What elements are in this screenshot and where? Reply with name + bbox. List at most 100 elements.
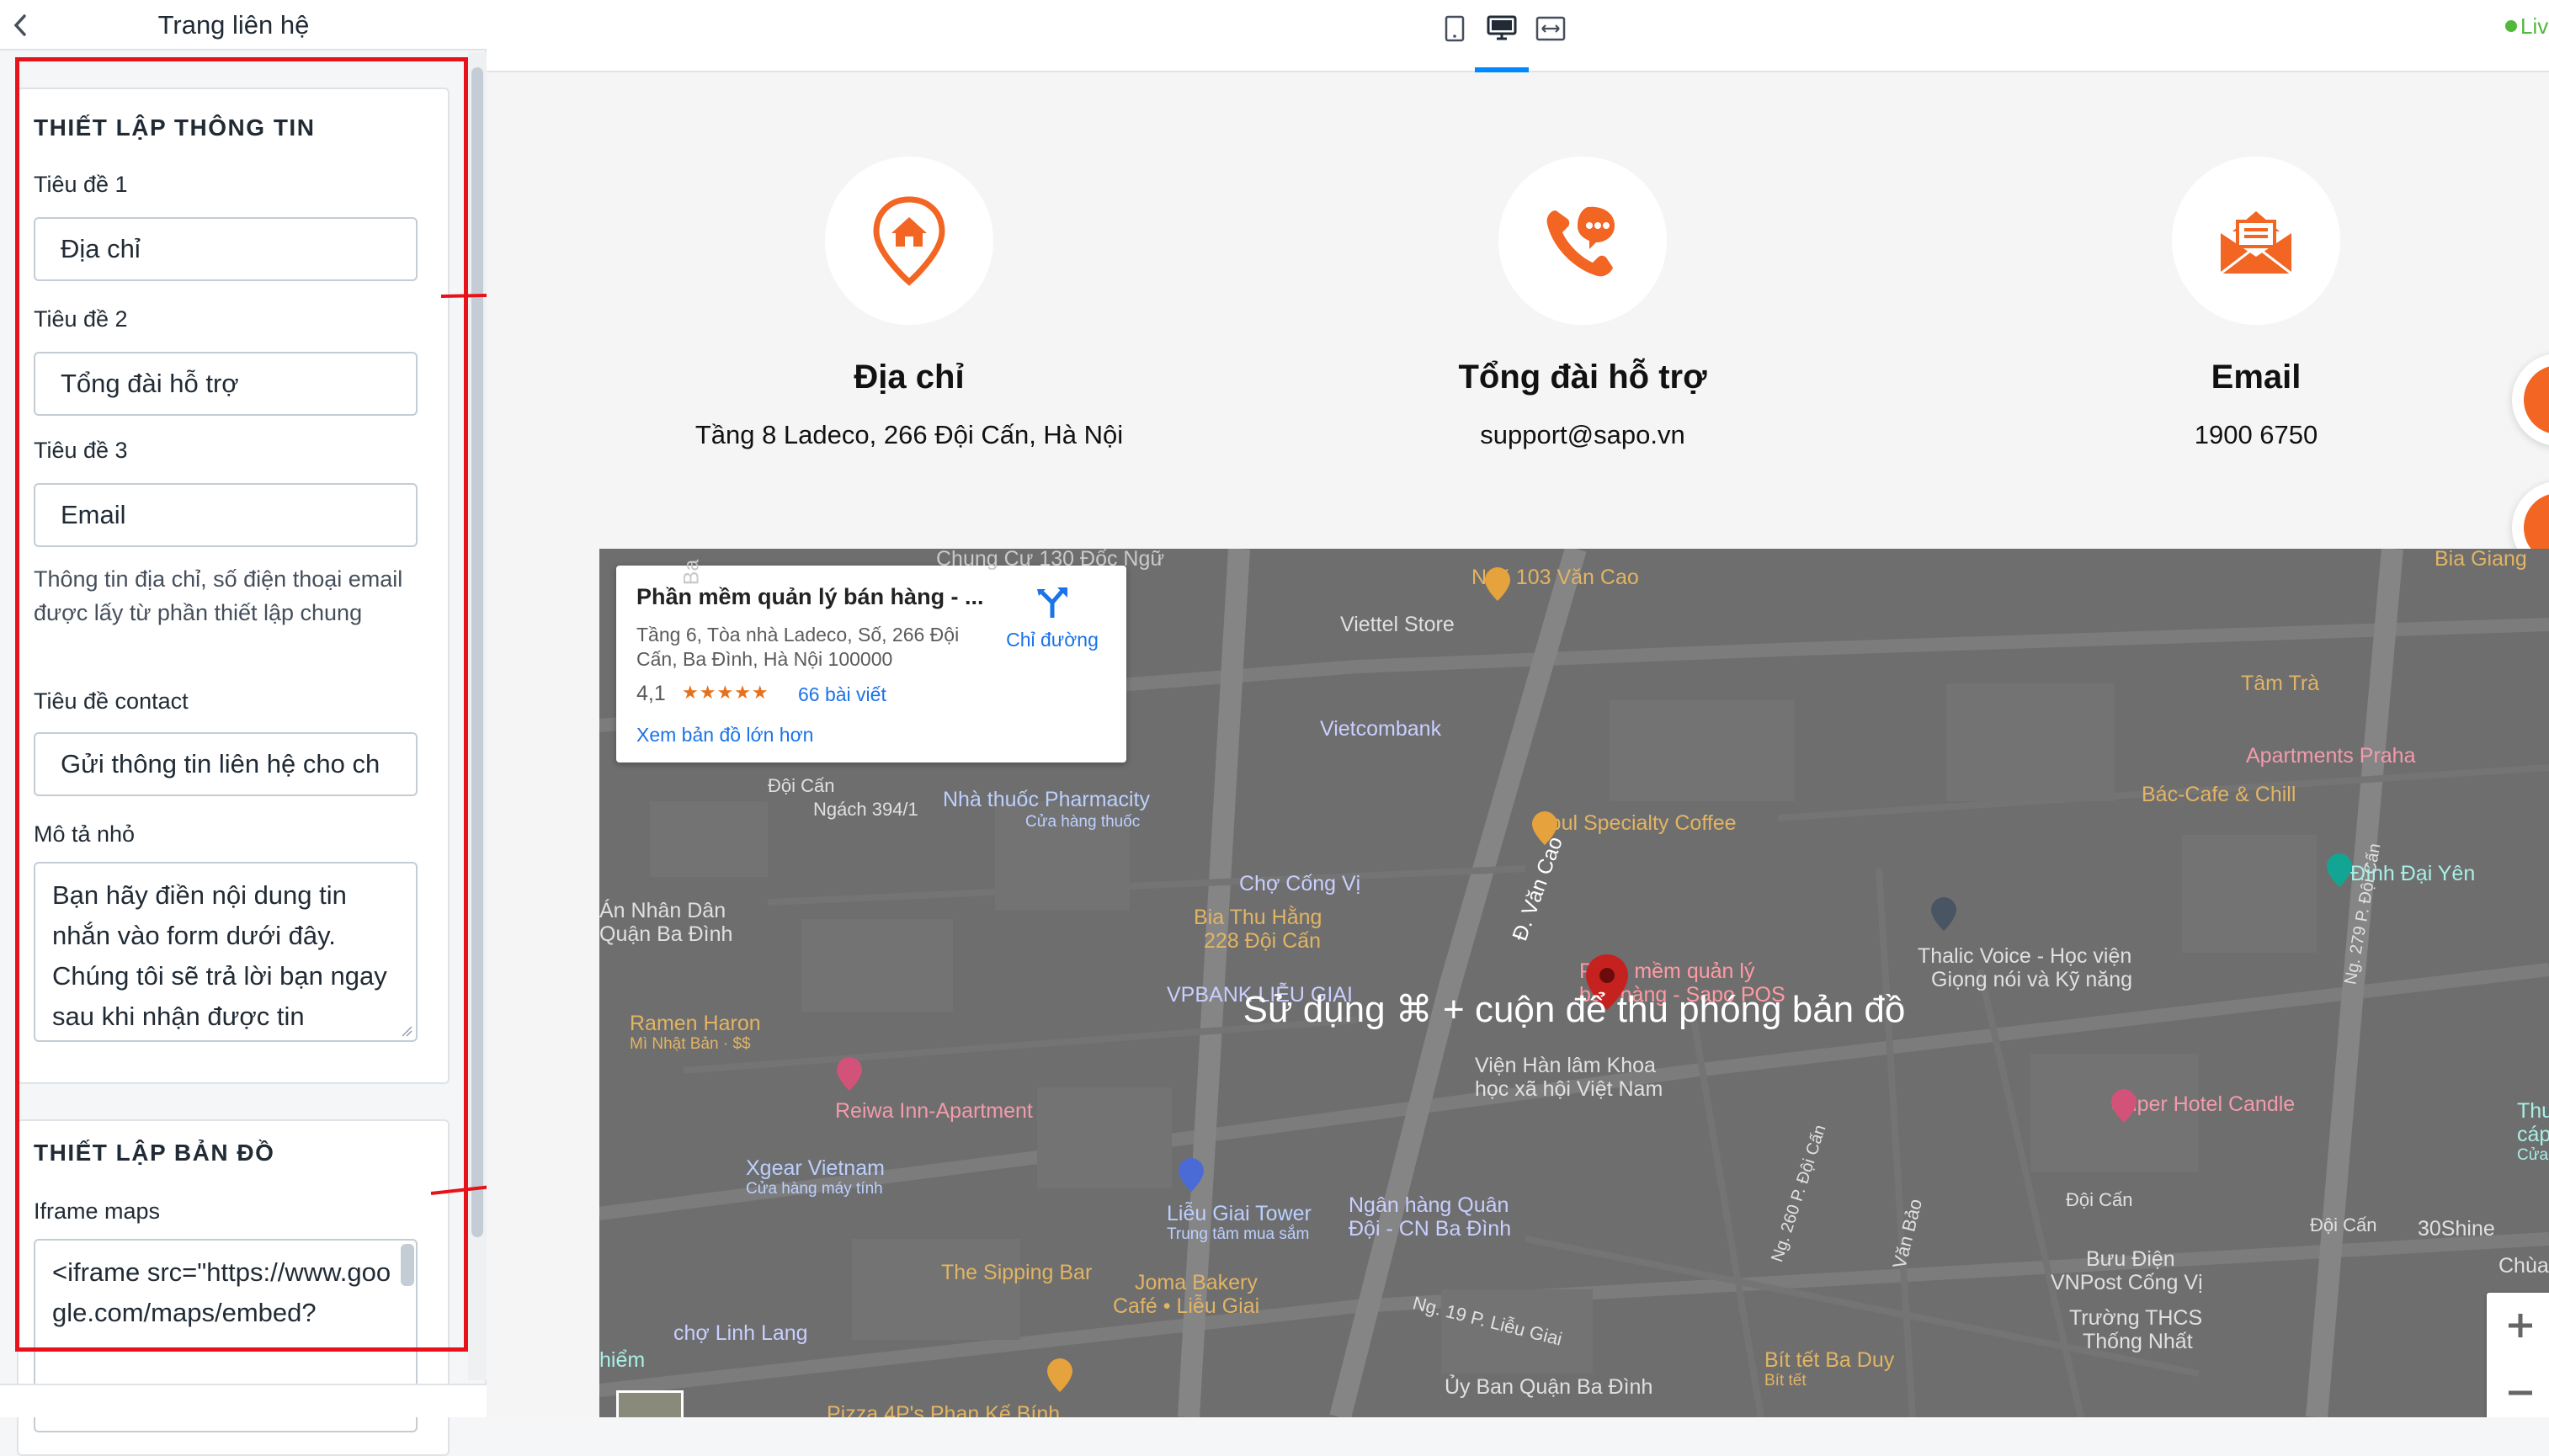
- map-label: Ủy Ban Quận Ba Đình: [1445, 1375, 1653, 1399]
- contact-email-title: Email: [2211, 359, 2302, 396]
- hotel-pin-icon[interactable]: [2110, 1087, 2138, 1124]
- title1-label: Tiêu đề 1: [34, 172, 128, 197]
- iframe-scrollbar[interactable]: [401, 1244, 414, 1286]
- map-label: Café • Liễu Giai: [1113, 1294, 1260, 1318]
- map-label: Apartments Praha: [2246, 744, 2416, 768]
- phone-chat-icon: [1546, 206, 1615, 277]
- map-label: chợ Linh Lang: [673, 1321, 808, 1345]
- map-label: Vietcombank: [1320, 717, 1442, 741]
- map-label: Bia Thu Hằng: [1194, 906, 1322, 929]
- address-icon-circle: [825, 157, 993, 325]
- contact-info-help-text: Thông tin địa chỉ, số điện thoại email đ…: [34, 566, 403, 625]
- title3-input[interactable]: Email: [34, 483, 418, 547]
- floating-map-button[interactable]: [2512, 353, 2549, 446]
- place-pin-icon[interactable]: [1929, 895, 1958, 933]
- directions-button[interactable]: Chỉ đường: [993, 584, 1111, 651]
- description-textarea[interactable]: Bạn hãy điền nội dung tin nhắn vào form …: [34, 862, 418, 1042]
- map-label: Quận Ba Đình: [599, 922, 733, 946]
- desktop-view-button[interactable]: [1483, 12, 1520, 45]
- map-label: Soul Specialty Coffee: [1535, 811, 1737, 835]
- shopping-pin-icon[interactable]: [1177, 1156, 1205, 1193]
- description-text: Bạn hãy điền nội dung tin nhắn vào form …: [52, 880, 387, 1031]
- map-label: Joma Bakery: [1135, 1271, 1258, 1294]
- map-label: học xã hội Việt Nam: [1475, 1077, 1663, 1101]
- map-label: Cửa hàng máy tính: [746, 1180, 883, 1198]
- view-larger-map-link[interactable]: Xem bản đồ lớn hơn: [636, 724, 813, 747]
- map-label: hiểm: [599, 1348, 646, 1372]
- plus-icon: [2509, 1314, 2532, 1337]
- description-label: Mô tả nhỏ: [34, 821, 136, 847]
- fullwidth-icon: [1535, 16, 1566, 41]
- map-label: Mì Nhật Bản · $$: [630, 1035, 751, 1053]
- title2-input[interactable]: Tổng đài hỗ trợ: [34, 352, 418, 416]
- map-label: Trường THCS: [2069, 1306, 2203, 1330]
- directions-label: Chỉ đường: [1006, 629, 1099, 651]
- map-place-card: Phần mềm quản lý bán hàng - ... Tầng 6, …: [616, 566, 1126, 763]
- map-label: Ba: [679, 559, 704, 586]
- place-reviews-link[interactable]: 66 bài viết: [798, 683, 886, 706]
- iframe-label: Iframe maps: [34, 1198, 161, 1224]
- live-status-label: Liv: [2520, 13, 2549, 39]
- google-map-embed[interactable]: Phần mềm quản lý bán hàng - ... Tầng 6, …: [599, 549, 2549, 1417]
- map-label: Đội Cấn: [2310, 1214, 2377, 1235]
- map-label: cáp: [2517, 1123, 2549, 1146]
- map-label: 228 Đội Cấn: [1204, 929, 1321, 953]
- title3-label: Tiêu đề 3: [34, 438, 128, 463]
- mobile-view-button[interactable]: [1436, 12, 1473, 45]
- map-label: Liễu Giai Tower: [1167, 1202, 1312, 1225]
- map-label: Đội - CN Ba Đình: [1349, 1217, 1512, 1241]
- title1-input[interactable]: Địa chỉ: [34, 217, 418, 281]
- contact-hotline-value: support@sapo.vn: [1480, 420, 1685, 449]
- map-label: VNPost Cống Vị: [2051, 1271, 2203, 1294]
- live-status-dot: [2505, 20, 2517, 32]
- email-icon-circle: [2172, 157, 2340, 325]
- map-label: Viện Hàn lâm Khoa: [1475, 1054, 1656, 1077]
- map-label: Bít tết: [1764, 1372, 1807, 1390]
- map-label: Bác-Cafe & Chill: [2142, 783, 2296, 806]
- map-label: Viettel Store: [1340, 613, 1455, 636]
- sidebar-footer: [0, 1384, 487, 1417]
- resize-grip-icon[interactable]: [399, 1023, 412, 1037]
- map-label: Thalic Voice - Học viện: [1918, 944, 2132, 968]
- map-label: Ngân hàng Quân: [1349, 1193, 1509, 1217]
- contact-hotline-title: Tổng đài hỗ trợ: [1458, 359, 1707, 396]
- contact-address-block: Địa chỉ Tầng 8 Ladeco, 266 Đội Cấn, Hà N…: [657, 157, 1162, 450]
- envelope-icon: [2220, 211, 2292, 275]
- hotel-pin-icon[interactable]: [835, 1055, 864, 1092]
- info-settings-card: THIẾT LẬP THÔNG TIN Tiêu đề 1 Địa chỉ Ti…: [17, 88, 450, 1084]
- settings-sidebar: Trang liên hệ THIẾT LẬP THÔNG TIN Tiêu đ…: [0, 0, 487, 1456]
- sidebar-header: Trang liên hệ: [0, 0, 487, 50]
- sidebar-scrollbar-thumb[interactable]: [471, 67, 483, 1237]
- map-label: Đình Đại Yên: [2350, 862, 2476, 885]
- zoom-in-button[interactable]: [2487, 1293, 2549, 1358]
- map-label: 30Shine: [2418, 1217, 2495, 1241]
- map-zoom-control: [2487, 1293, 2549, 1417]
- map-label: Cửa hàng thuốc: [1025, 813, 1141, 831]
- panel-title: Trang liên hệ: [157, 10, 310, 40]
- cafe-pin-icon[interactable]: [1530, 810, 1559, 847]
- contact-email-value: 1900 6750: [2194, 420, 2318, 449]
- fullwidth-view-button[interactable]: [1532, 12, 1569, 45]
- map-label: Thu: [2517, 1099, 2549, 1123]
- map-label: Nhà thuốc Pharmacity: [943, 788, 1150, 811]
- map-settings-heading: THIẾT LẬP BẢN ĐỒ: [34, 1140, 275, 1166]
- satellite-toggle-thumbnail[interactable]: [616, 1390, 684, 1417]
- contact-title-input[interactable]: Gửi thông tin liên hệ cho ch: [34, 732, 418, 796]
- zoom-out-button[interactable]: [2487, 1360, 2549, 1417]
- contact-hotline-block: Tổng đài hỗ trợ support@sapo.vn: [1330, 157, 1835, 450]
- place-address: Tầng 6, Tòa nhà Ladeco, Số, 266 Đội Cấn,…: [636, 624, 960, 670]
- contact-address-value: Tầng 8 Ladeco, 266 Đội Cấn, Hà Nội: [694, 420, 1124, 449]
- map-label: The Sipping Bar: [941, 1261, 1093, 1284]
- map-label: Tâm Trà: [2241, 672, 2320, 695]
- preview-area: Liv Địa chỉ Tầng 8 Ladeco, 266 Đội Cấn, …: [487, 0, 2549, 1417]
- map-label: Án Nhân Dân: [599, 899, 726, 922]
- bar-pin-icon[interactable]: [1046, 1357, 1074, 1394]
- contact-title-label: Tiêu đề contact: [34, 688, 189, 714]
- map-label: Super Hotel Candle: [2111, 1092, 2296, 1116]
- title2-label: Tiêu đề 2: [34, 306, 128, 332]
- cafe-pin-icon[interactable]: [1483, 566, 1512, 603]
- directions-icon: [1037, 587, 1067, 618]
- map-marker-icon: [2524, 365, 2549, 434]
- temple-pin-icon[interactable]: [2325, 852, 2354, 889]
- active-device-indicator: [1475, 67, 1529, 72]
